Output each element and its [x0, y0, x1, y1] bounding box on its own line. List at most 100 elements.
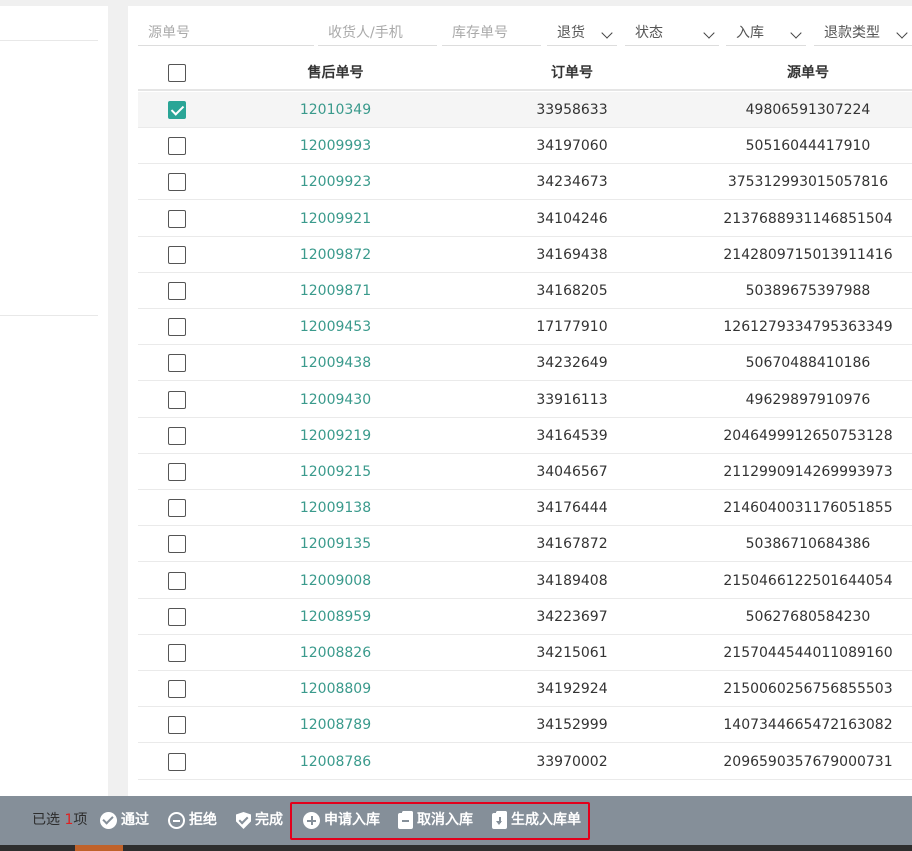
- table-row[interactable]: 12010349 33958633 49806591307224: [138, 92, 912, 128]
- return-type-select[interactable]: 退货: [547, 20, 617, 46]
- after-sale-no-link[interactable]: 12009138: [258, 490, 413, 526]
- order-no-cell: 34168205: [536, 283, 608, 299]
- order-no-cell: 33970002: [536, 753, 608, 770]
- after-sale-no-link[interactable]: 12009430: [258, 382, 413, 418]
- complete-button[interactable]: 完成: [236, 796, 283, 845]
- table-row[interactable]: 12009219 34164539 2046499912650753128: [138, 418, 912, 454]
- order-no-cell: 34164539: [536, 427, 608, 444]
- after-sale-no-link[interactable]: 12009438: [258, 345, 413, 381]
- row-checkbox[interactable]: [168, 716, 186, 735]
- stock-no-filter-input[interactable]: 库存单号: [442, 20, 541, 46]
- row-checkbox[interactable]: [168, 318, 186, 337]
- after-sale-no-link[interactable]: 12009453: [258, 309, 413, 345]
- table-row[interactable]: 12008959 34223697 50627680584230: [138, 599, 912, 635]
- plus-circle-icon: [303, 812, 320, 829]
- order-no-cell: 34189408: [536, 572, 608, 589]
- table-row[interactable]: 12008786 33970002 2096590357679000731: [138, 744, 912, 780]
- order-no-cell: 34104246: [536, 210, 608, 227]
- row-checkbox[interactable]: [168, 644, 186, 662]
- table-row[interactable]: 12009438 34232649 50670488410186: [138, 345, 912, 382]
- approve-button-label: 通过: [121, 812, 149, 828]
- table-row[interactable]: 12009923 34234673 375312993015057816: [138, 164, 912, 201]
- refund-type-select-value: 退款类型: [824, 25, 880, 41]
- receiver-phone-filter-input[interactable]: 收货人/手机: [318, 20, 437, 46]
- after-sale-no-link[interactable]: 12009923: [258, 164, 413, 200]
- row-checkbox[interactable]: [168, 535, 186, 554]
- table-row[interactable]: 12009453 17177910 1261279334795363349: [138, 309, 912, 346]
- table-row[interactable]: 12009872 34169438 2142809715013911416: [138, 237, 912, 273]
- after-sale-no-link[interactable]: 12009921: [258, 201, 413, 237]
- approve-button[interactable]: 通过: [100, 796, 149, 845]
- box-download-icon: [492, 810, 507, 829]
- row-checkbox[interactable]: [168, 245, 186, 264]
- table-row[interactable]: 12009008 34189408 2150466122501644054: [138, 563, 912, 599]
- apply-inbound-button-label: 申请入库: [324, 812, 380, 828]
- table-row[interactable]: 12009138 34176444 2146040031176051855: [138, 490, 912, 527]
- column-header-after-sale-no[interactable]: 售后单号: [258, 56, 413, 90]
- row-checkbox[interactable]: [168, 173, 186, 192]
- after-sale-no-link[interactable]: 12009008: [258, 563, 413, 599]
- apply-inbound-button[interactable]: 申请入库: [303, 796, 380, 845]
- column-header-order-no[interactable]: 订单号: [493, 56, 651, 90]
- row-checkbox[interactable]: [168, 282, 186, 300]
- row-checkbox[interactable]: [168, 390, 186, 409]
- cancel-inbound-button[interactable]: 取消入库: [398, 796, 473, 845]
- table-row[interactable]: 12009871 34168205 50389675397988: [138, 273, 912, 309]
- after-sale-no-link[interactable]: 12009135: [258, 526, 413, 562]
- row-checkbox[interactable]: [168, 607, 186, 626]
- after-sale-no-link[interactable]: 12010349: [258, 92, 413, 128]
- table-row[interactable]: 12009430 33916113 49629897910976: [138, 382, 912, 418]
- source-no-cell: 50389675397988: [745, 283, 871, 299]
- source-no-cell: 2112990914269993973: [723, 464, 893, 480]
- table-row[interactable]: 12009921 34104246 2137688931146851504: [138, 201, 912, 237]
- row-checkbox[interactable]: [168, 463, 186, 481]
- status-select[interactable]: 状态: [625, 20, 719, 46]
- after-sale-no-link[interactable]: 12008809: [258, 671, 413, 707]
- table-row[interactable]: 12009215 34046567 2112990914269993973: [138, 454, 912, 490]
- after-sale-no-link[interactable]: 12008826: [258, 635, 413, 671]
- after-sale-no-link[interactable]: 12009219: [258, 418, 413, 454]
- order-no-cell: 34223697: [536, 608, 608, 625]
- row-checkbox[interactable]: [168, 137, 186, 156]
- source-no-filter-input[interactable]: 源单号: [138, 20, 314, 46]
- table-row[interactable]: 12008826 34215061 2157044544011089160: [138, 635, 912, 671]
- source-no-cell: 2096590357679000731: [723, 753, 893, 770]
- row-checkbox[interactable]: [168, 571, 186, 590]
- order-no-cell: 34234673: [536, 174, 608, 191]
- main-panel: 源单号 收货人/手机 库存单号 退货 状态 入库 退款类型 售后单号 订单号 源…: [128, 6, 912, 796]
- reject-button[interactable]: 拒绝: [168, 796, 217, 845]
- after-sale-no-link[interactable]: 12009871: [258, 273, 413, 309]
- after-sale-no-link[interactable]: 12008789: [258, 707, 413, 743]
- order-no-cell: 34046567: [536, 464, 608, 480]
- source-no-cell: 2150466122501644054: [723, 572, 893, 589]
- filter-bar: 源单号 收货人/手机 库存单号 退货 状态 入库 退款类型: [138, 20, 912, 46]
- order-no-cell: 17177910: [536, 319, 608, 336]
- inbound-select[interactable]: 入库: [726, 20, 806, 46]
- source-no-cell: 49629897910976: [745, 391, 871, 408]
- table-row[interactable]: 12008809 34192924 2150060256756855503: [138, 671, 912, 708]
- table-row[interactable]: 12009993 34197060 50516044417910: [138, 128, 912, 165]
- after-sale-no-link[interactable]: 12009872: [258, 237, 413, 273]
- row-checkbox[interactable]: [168, 752, 186, 771]
- refund-type-select[interactable]: 退款类型: [814, 20, 912, 46]
- row-checkbox[interactable]: [168, 499, 186, 518]
- row-checkbox[interactable]: [168, 354, 186, 373]
- source-no-cell: 2046499912650753128: [723, 427, 893, 444]
- table-row[interactable]: 12008789 34152999 1407344665472163082: [138, 707, 912, 744]
- generate-inbound-order-button[interactable]: 生成入库单: [492, 796, 581, 845]
- order-no-cell: 34232649: [536, 355, 608, 372]
- after-sale-no-link[interactable]: 12009215: [258, 454, 413, 490]
- select-all-checkbox[interactable]: [168, 64, 186, 82]
- row-checkbox[interactable]: [168, 101, 186, 119]
- row-checkbox[interactable]: [168, 209, 186, 228]
- row-checkbox[interactable]: [168, 680, 186, 699]
- after-sale-no-link[interactable]: 12008959: [258, 599, 413, 635]
- after-sale-no-link[interactable]: 12008786: [258, 744, 413, 780]
- row-checkbox[interactable]: [168, 426, 186, 445]
- table-row[interactable]: 12009135 34167872 50386710684386: [138, 526, 912, 563]
- source-no-cell: 1407344665472163082: [723, 717, 893, 734]
- source-no-cell: 2137688931146851504: [723, 210, 893, 227]
- after-sale-no-link[interactable]: 12009993: [258, 128, 413, 164]
- column-header-source-no[interactable]: 源单号: [693, 56, 912, 90]
- check-circle-icon: [100, 812, 117, 829]
